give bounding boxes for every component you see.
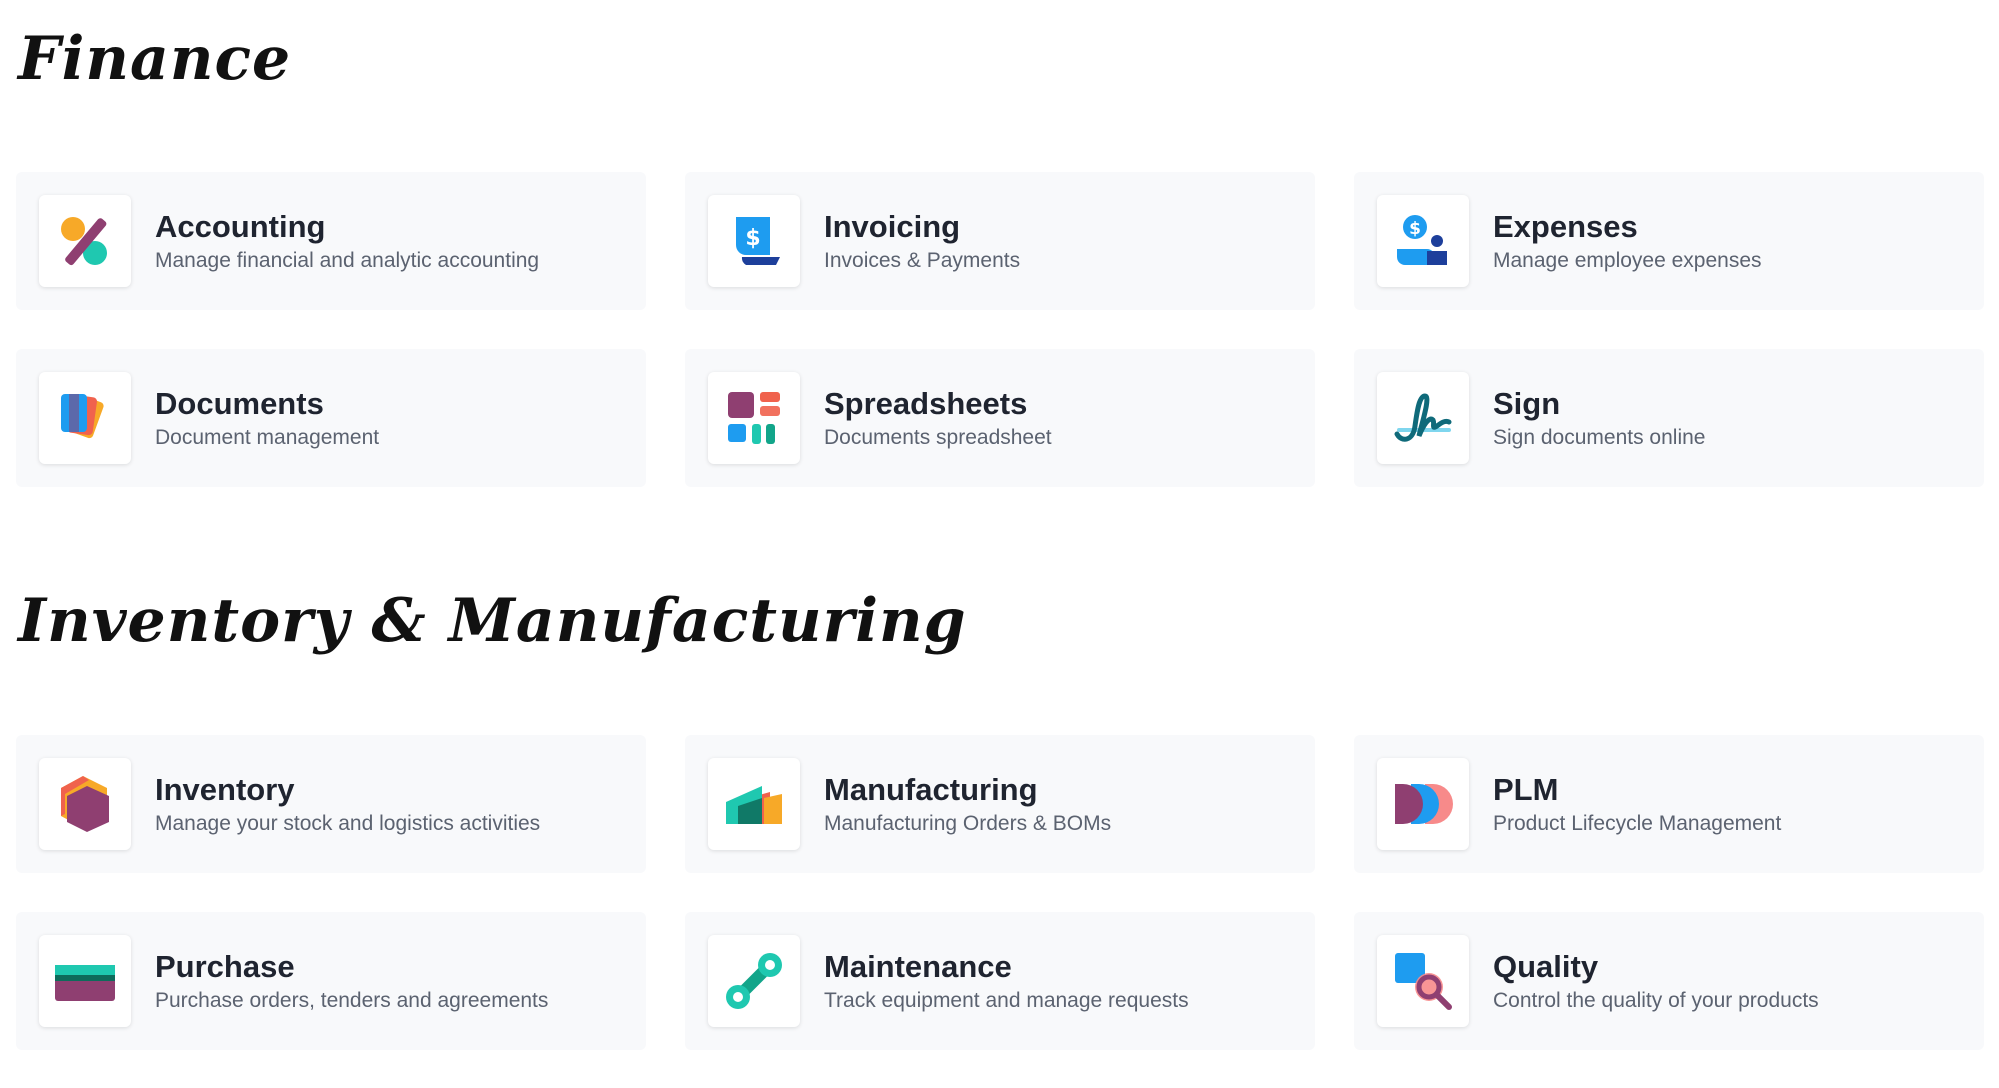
app-card-purchase[interactable]: Purchase Purchase orders, tenders and ag… <box>16 912 646 1050</box>
app-card-accounting[interactable]: Accounting Manage financial and analytic… <box>16 172 646 310</box>
app-description: Document management <box>155 426 380 450</box>
app-card-plm[interactable]: PLM Product Lifecycle Management <box>1354 735 1984 873</box>
app-title: Expenses <box>1493 208 1638 244</box>
app-description: Documents spreadsheet <box>824 426 1052 450</box>
accounting-icon <box>39 195 131 287</box>
app-description: Manufacturing Orders & BOMs <box>824 812 1112 836</box>
svg-text:$: $ <box>1409 219 1421 239</box>
app-title: Documents <box>155 385 324 421</box>
manufacturing-icon <box>708 758 800 850</box>
app-title: PLM <box>1493 771 1559 807</box>
app-title: Accounting <box>155 208 326 244</box>
invoicing-icon: $ <box>708 195 800 287</box>
app-description: Invoices & Payments <box>824 249 1021 273</box>
app-card-quality[interactable]: Quality Control the quality of your prod… <box>1354 912 1984 1050</box>
plm-icon <box>1377 758 1469 850</box>
app-title: Sign <box>1493 385 1561 421</box>
app-title: Maintenance <box>824 948 1012 984</box>
app-description: Manage financial and analytic accounting <box>155 249 540 273</box>
spreadsheets-icon <box>708 372 800 464</box>
app-title: Quality <box>1493 948 1599 984</box>
svg-text:$: $ <box>745 226 760 251</box>
app-description: Manage your stock and logistics activiti… <box>155 812 541 836</box>
inventory-manufacturing-app-grid: Inventory Manage your stock and logistic… <box>16 735 1984 1050</box>
app-title: Purchase <box>155 948 295 984</box>
app-title: Manufacturing <box>824 771 1038 807</box>
sign-icon <box>1377 372 1469 464</box>
app-card-maintenance[interactable]: Maintenance Track equipment and manage r… <box>685 912 1315 1050</box>
inventory-icon <box>39 758 131 850</box>
app-title: Inventory <box>155 771 295 807</box>
section-title-inventory-manufacturing: Inventory & Manufacturing <box>18 586 967 656</box>
app-card-documents[interactable]: Documents Document management <box>16 349 646 487</box>
documents-icon <box>39 372 131 464</box>
app-card-expenses[interactable]: $ Expenses Manage employee expenses <box>1354 172 1984 310</box>
app-description: Track equipment and manage requests <box>824 989 1189 1013</box>
app-title: Invoicing <box>824 208 961 244</box>
finance-app-grid: Accounting Manage financial and analytic… <box>16 172 1984 487</box>
purchase-icon <box>39 935 131 1027</box>
app-card-invoicing[interactable]: $ Invoicing Invoices & Payments <box>685 172 1315 310</box>
app-description: Manage employee expenses <box>1493 249 1762 273</box>
app-description: Control the quality of your products <box>1493 989 1819 1013</box>
app-card-sign[interactable]: Sign Sign documents online <box>1354 349 1984 487</box>
app-description: Purchase orders, tenders and agreements <box>155 989 549 1013</box>
app-description: Product Lifecycle Management <box>1493 812 1782 836</box>
app-description: Sign documents online <box>1493 426 1706 450</box>
section-title-finance: Finance <box>18 24 292 94</box>
maintenance-icon <box>708 935 800 1027</box>
app-card-spreadsheets[interactable]: Spreadsheets Documents spreadsheet <box>685 349 1315 487</box>
app-card-inventory[interactable]: Inventory Manage your stock and logistic… <box>16 735 646 873</box>
quality-icon <box>1377 935 1469 1027</box>
expenses-icon: $ <box>1377 195 1469 287</box>
app-title: Spreadsheets <box>824 385 1028 421</box>
app-card-manufacturing[interactable]: Manufacturing Manufacturing Orders & BOM… <box>685 735 1315 873</box>
